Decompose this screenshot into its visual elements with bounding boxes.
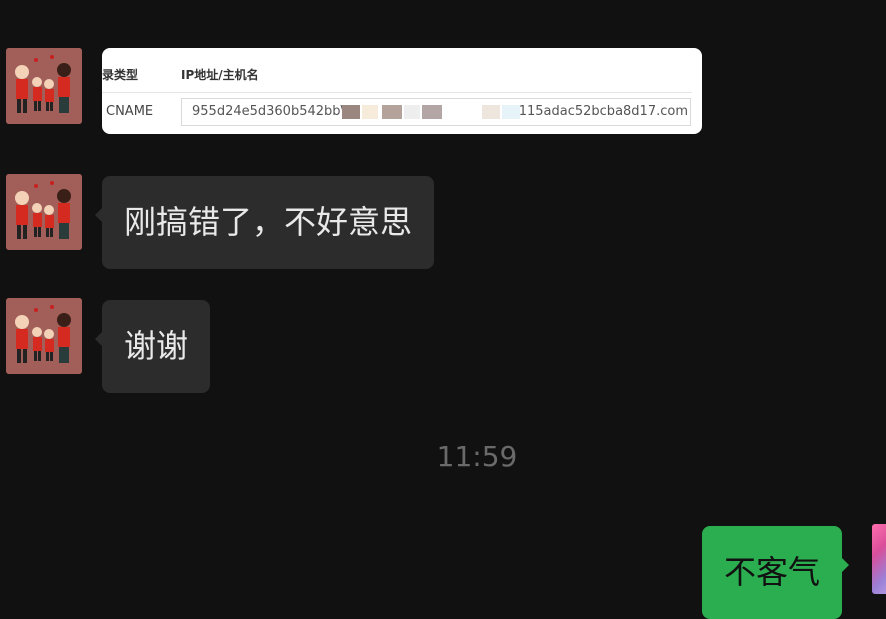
- message-bubble[interactable]: 谢谢: [94, 300, 211, 393]
- divider: [102, 92, 692, 93]
- my-avatar[interactable]: [872, 524, 886, 594]
- value-prefix: 955d24e5d360b542bb\: [192, 104, 345, 119]
- sender-avatar[interactable]: [6, 298, 82, 374]
- record-type-value: CNAME: [106, 104, 154, 119]
- message-bubble[interactable]: 刚搞错了，不好意思: [94, 176, 435, 269]
- my-message-bubble[interactable]: 不客气: [702, 526, 850, 619]
- value-suffix: c115adac52bcba8d17.com: [511, 99, 688, 125]
- sender-avatar[interactable]: [6, 48, 82, 124]
- mosaic-blur: [342, 104, 522, 119]
- sender-avatar[interactable]: [6, 174, 82, 250]
- dns-record-screenshot[interactable]: 录类型 IP地址/主机名 CNAME 955d24e5d360b542bb\ c…: [102, 48, 702, 134]
- col-ip-host: IP地址/主机名: [181, 68, 259, 82]
- col-record-type: 录类型: [102, 68, 139, 82]
- timestamp: 11:59: [436, 440, 518, 473]
